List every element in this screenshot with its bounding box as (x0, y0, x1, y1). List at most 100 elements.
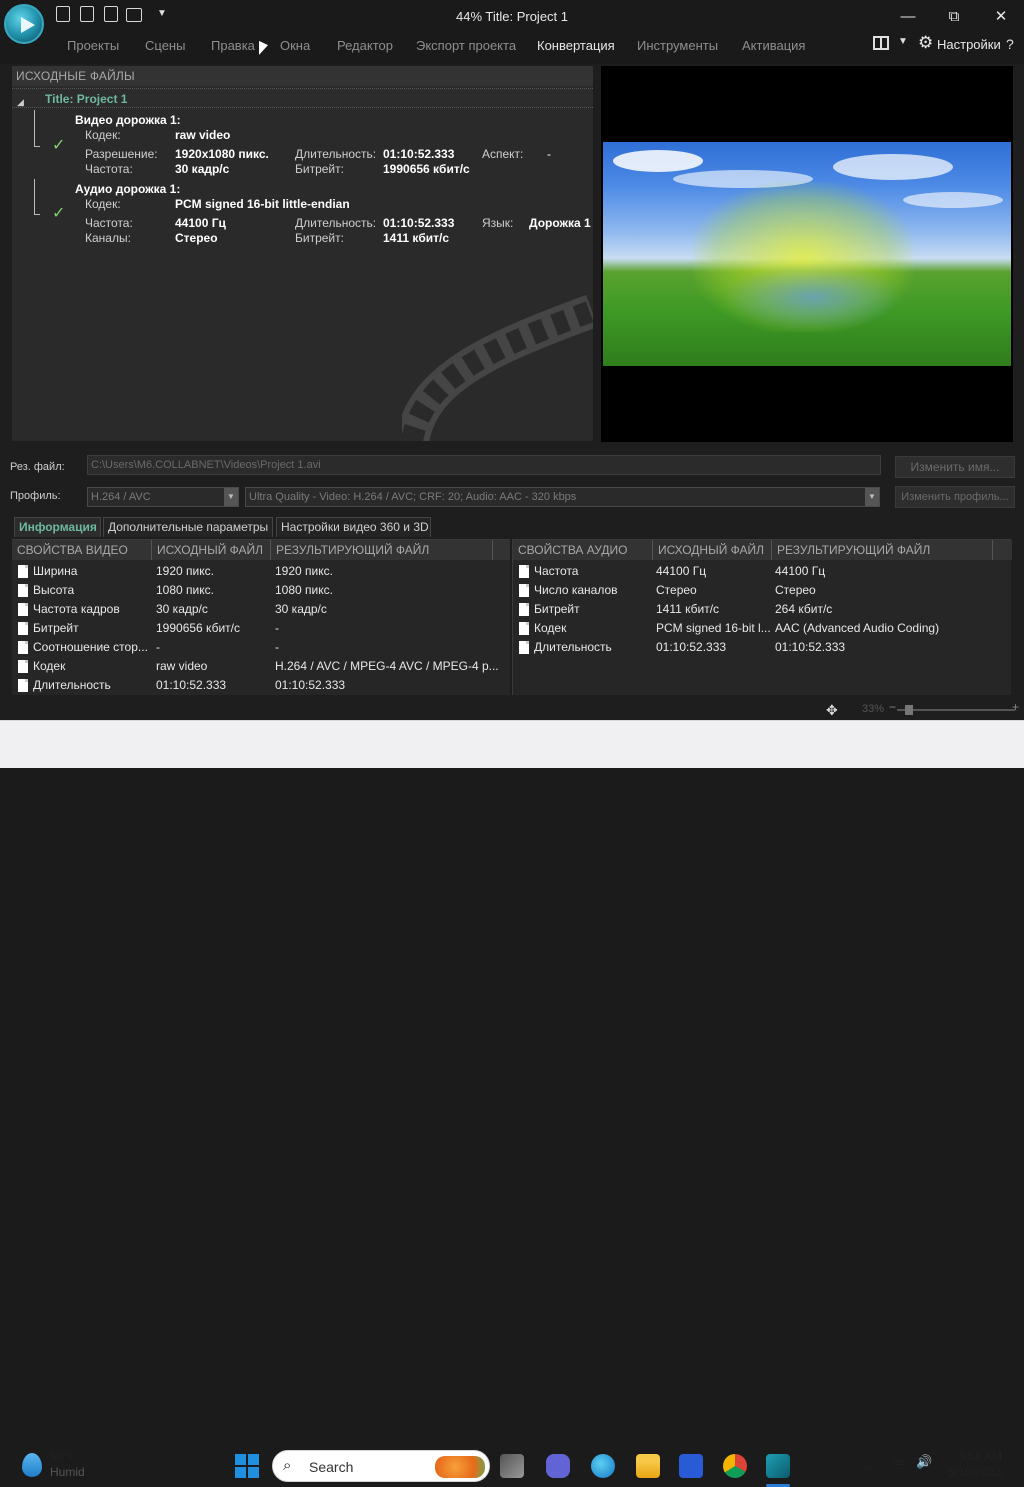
preset-value: Ultra Quality - Video: H.264 / AVC; CRF:… (249, 491, 577, 503)
volume-icon[interactable]: 🔊 (916, 1454, 932, 1470)
project-title: Title: Project 1 (45, 92, 128, 106)
clock-date[interactable]: 5/10/2023 (948, 1465, 1001, 1479)
tree-project-node[interactable]: ◢ Title: Project 1 (12, 88, 593, 108)
audio-lang-label: Язык: (482, 216, 514, 230)
source-files-panel: ИСХОДНЫЕ ФАЙЛЫ ◢ Title: Project 1 ✓ Виде… (12, 66, 593, 441)
audio-channels-value: Стерео (175, 231, 218, 245)
video-duration-value: 01:10:52.333 (383, 147, 455, 161)
audio-bitrate-value: 1411 кбит/с (383, 231, 450, 245)
table-row[interactable]: Кодек raw video H.264 / AVC / MPEG-4 AVC /… (12, 657, 510, 676)
table-row[interactable]: Частота кадров 30 кадр/с 30 кадр/с (12, 600, 510, 619)
table-row[interactable]: Битрейт 1990656 кбит/с - (12, 619, 510, 638)
table-header: СВОЙСТВА ВИДЕО ИСХОДНЫЙ ФАЙЛ РЕЗУЛЬТИРУЮ… (12, 540, 510, 560)
menu-edit[interactable]: Правка (211, 38, 255, 53)
column-header[interactable]: СВОЙСТВА АУДИО (513, 540, 653, 560)
checkmark-icon[interactable]: ✓ (52, 135, 65, 155)
cell: Ширина (33, 564, 78, 578)
table-row[interactable]: Соотношение стор... - - (12, 638, 510, 657)
menu-projects[interactable]: Проекты (67, 38, 119, 53)
audio-bitrate-label: Битрейт: (295, 231, 344, 245)
menu-scenes[interactable]: Сцены (145, 38, 185, 53)
audio-lang-value: Дорожка 1 (529, 216, 591, 230)
clock-time[interactable]: 3:51 AM (958, 1449, 1002, 1463)
maximize-button[interactable]: ⧉ (934, 4, 974, 30)
teams-chat-icon[interactable] (546, 1454, 570, 1478)
table-row[interactable]: Длительность 01:10:52.333 01:10:52.333 (12, 676, 510, 695)
close-button[interactable]: ✕ (981, 4, 1021, 30)
layout-icon[interactable] (873, 36, 889, 50)
cell: - (275, 621, 279, 635)
table-row[interactable]: Число каналов Стерео Стерео (513, 581, 1012, 600)
gear-icon[interactable]: ⚙ (918, 33, 933, 53)
zoom-out-icon[interactable]: − (889, 700, 896, 714)
menu-windows[interactable]: Окна (280, 38, 310, 53)
preset-select[interactable]: Ultra Quality - Video: H.264 / AVC; CRF:… (245, 487, 880, 507)
film-strip-watermark-icon (402, 295, 593, 441)
edge-browser-icon[interactable] (591, 1454, 615, 1478)
rename-button[interactable]: Изменить имя... (895, 456, 1015, 478)
tab-advanced[interactable]: Дополнительные параметры (103, 517, 273, 537)
cell: Высота (33, 583, 75, 597)
video-preview[interactable] (601, 66, 1013, 442)
chrome-icon[interactable] (723, 1454, 747, 1478)
zoom-slider[interactable] (897, 709, 1015, 711)
video-converter-app-icon[interactable] (766, 1454, 790, 1478)
column-header[interactable]: СВОЙСТВА ВИДЕО (12, 540, 152, 560)
weather-icon[interactable] (22, 1453, 42, 1477)
tab-360-3d[interactable]: Настройки видео 360 и 3D (276, 517, 431, 537)
tab-info[interactable]: Информация (14, 517, 101, 537)
help-button[interactable]: ? (1006, 36, 1014, 52)
table-row[interactable]: Высота 1080 пикс. 1080 пикс. (12, 581, 510, 600)
cell: 1411 кбит/с (656, 602, 720, 616)
column-header[interactable]: РЕЗУЛЬТИРУЮЩИЙ ФАЙЛ (772, 540, 993, 560)
menu-tools[interactable]: Инструменты (637, 38, 718, 53)
table-row[interactable]: Частота 44100 Гц 44100 Гц (513, 562, 1012, 581)
windows-start-icon[interactable] (235, 1454, 259, 1478)
chevron-down-icon[interactable]: ▼ (224, 488, 238, 506)
menu-export[interactable]: Экспорт проекта (416, 38, 516, 53)
audio-duration-label: Длительность: (295, 216, 377, 230)
checkmark-icon[interactable]: ✓ (52, 203, 65, 223)
column-header[interactable]: РЕЗУЛЬТИРУЮЩИЙ ФАЙЛ (271, 540, 493, 560)
cell: Битрейт (534, 602, 580, 616)
zoom-in-icon[interactable]: + (1012, 700, 1019, 714)
profile-value: H.264 / AVC (91, 491, 151, 503)
app-window: ▼ 44% Title: Project 1 — ⧉ ✕ Проекты Сце… (0, 0, 1024, 720)
task-view-icon[interactable] (500, 1454, 524, 1478)
file-icon (519, 641, 529, 654)
menu-editor[interactable]: Редактор (337, 38, 393, 53)
settings-button[interactable]: Настройки (937, 37, 1001, 52)
taskbar-search[interactable]: ⌕ Search (272, 1450, 490, 1482)
cell: 01:10:52.333 (656, 640, 727, 654)
menu-convert[interactable]: Конвертация (537, 38, 615, 53)
show-hidden-icons-icon[interactable]: ︿ (862, 1455, 875, 1474)
fit-to-window-icon[interactable]: ✥ (826, 702, 838, 719)
cell: Стерео (656, 583, 697, 597)
table-row[interactable]: Длительность 01:10:52.333 01:10:52.333 (513, 638, 1012, 657)
file-explorer-icon[interactable] (636, 1454, 660, 1478)
layout-dropdown-icon[interactable]: ▼ (898, 36, 908, 47)
store-icon[interactable] (679, 1454, 703, 1478)
zoom-slider-thumb[interactable] (905, 705, 913, 715)
chevron-down-icon[interactable]: ▼ (865, 488, 879, 506)
change-profile-button[interactable]: Изменить профиль... (895, 486, 1015, 508)
profile-select[interactable]: H.264 / AVC ▼ (87, 487, 239, 507)
table-row[interactable]: Кодек PCM signed 16-bit l... AAC (Advanced… (513, 619, 1012, 638)
audio-duration-value: 01:10:52.333 (383, 216, 455, 230)
output-file-field[interactable]: C:\Users\M6.COLLABNET\Videos\Project 1.a… (87, 455, 881, 475)
search-highlight-icon (435, 1456, 485, 1478)
cell: Кодек (534, 621, 567, 635)
column-header[interactable]: ИСХОДНЫЙ ФАЙЛ (152, 540, 271, 560)
network-icon[interactable]: ▭ (892, 1454, 904, 1470)
video-res-value: 1920x1080 пикс. (175, 147, 269, 161)
collapse-triangle-icon[interactable]: ◢ (17, 93, 24, 111)
file-icon (18, 603, 28, 616)
column-header[interactable]: ИСХОДНЫЙ ФАЙЛ (653, 540, 772, 560)
cell: 30 кадр/с (156, 602, 208, 616)
tree-line (34, 179, 35, 215)
minimize-button[interactable]: — (888, 4, 928, 30)
table-row[interactable]: Ширина 1920 пикс. 1920 пикс. (12, 562, 510, 581)
table-row[interactable]: Битрейт 1411 кбит/с 264 кбит/с (513, 600, 1012, 619)
menu-activation[interactable]: Активация (742, 38, 805, 53)
file-icon (519, 622, 529, 635)
